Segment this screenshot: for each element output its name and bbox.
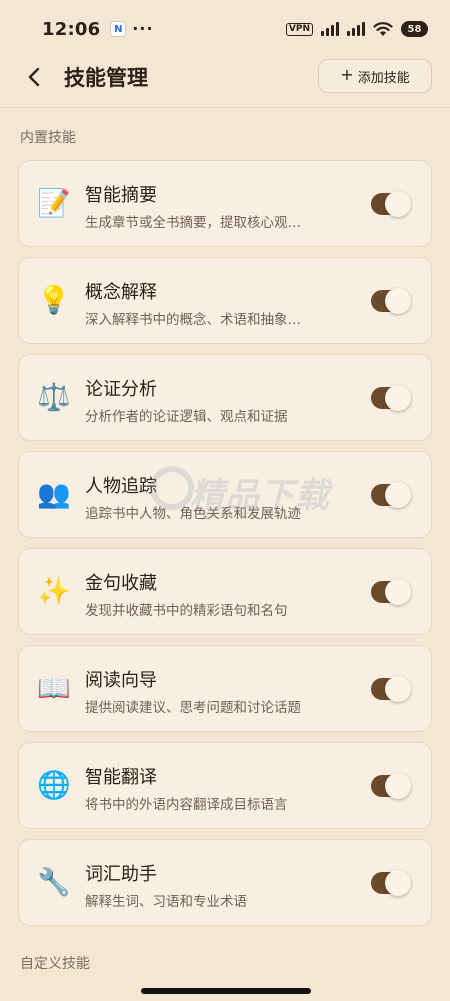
toggle-knob: [385, 385, 411, 411]
toggle-knob: [385, 482, 411, 508]
skill-description: 深入解释书中的概念、术语和抽象…: [85, 312, 301, 328]
skill-name: 智能翻译: [85, 767, 157, 788]
toggle-knob: [385, 579, 411, 605]
lightbulb-icon: 💡: [37, 285, 71, 316]
home-indicator[interactable]: [141, 988, 311, 994]
skill-card[interactable]: 📖 阅读向导 提供阅读建议、思考问题和讨论话题: [18, 645, 432, 732]
skill-description: 生成章节或全书摘要，提取核心观…: [85, 215, 301, 231]
skill-card[interactable]: ⚖️ 论证分析 分析作者的论证逻辑、观点和证据: [18, 354, 432, 441]
skill-name: 智能摘要: [85, 185, 157, 206]
toggle-knob: [385, 870, 411, 896]
toggle-knob: [385, 288, 411, 314]
skill-card[interactable]: 📝 智能摘要 生成章节或全书摘要，提取核心观…: [18, 160, 432, 247]
skill-toggle[interactable]: [371, 288, 411, 314]
skill-card[interactable]: 👥 人物追踪 追踪书中人物、角色关系和发展轨迹: [18, 451, 432, 538]
toggle-knob: [385, 773, 411, 799]
open-book-icon: 📖: [37, 673, 71, 704]
signal-2-icon: [347, 22, 365, 36]
skill-toggle[interactable]: [371, 773, 411, 799]
vpn-icon: VPN: [285, 22, 313, 36]
wifi-icon: [373, 22, 393, 36]
wrench-icon: 🔧: [37, 867, 71, 898]
more-notifications-icon: ···: [132, 19, 154, 38]
section-label-builtin: 内置技能: [20, 130, 76, 146]
skill-toggle[interactable]: [371, 579, 411, 605]
skill-description: 将书中的外语内容翻译成目标语言: [85, 797, 288, 813]
skill-card[interactable]: 💡 概念解释 深入解释书中的概念、术语和抽象…: [18, 257, 432, 344]
globe-icon: 🌐: [37, 770, 71, 801]
battery-icon: 58: [401, 21, 428, 37]
add-skill-button[interactable]: + 添加技能: [318, 59, 432, 93]
skill-name: 人物追踪: [85, 476, 157, 497]
skill-description: 发现并收藏书中的精彩语句和名句: [85, 603, 288, 619]
skill-description: 提供阅读建议、思考问题和讨论话题: [85, 700, 301, 716]
app-header: 技能管理 + 添加技能: [0, 48, 450, 108]
skill-description: 分析作者的论证逻辑、观点和证据: [85, 409, 288, 425]
skill-description: 追踪书中人物、角色关系和发展轨迹: [85, 506, 301, 522]
back-arrow-icon[interactable]: [24, 66, 46, 88]
memo-icon: 📝: [37, 188, 71, 219]
toggle-knob: [385, 191, 411, 217]
skill-description: 解释生词、习语和专业术语: [85, 894, 247, 910]
page-title: 技能管理: [64, 66, 148, 90]
status-indicators: VPN 58: [285, 21, 428, 37]
plus-icon: +: [340, 65, 354, 84]
skill-card[interactable]: 🔧 词汇助手 解释生词、习语和专业术语: [18, 839, 432, 926]
notification-icon: N: [110, 21, 127, 37]
skill-name: 阅读向导: [85, 670, 157, 691]
add-skill-label: 添加技能: [357, 70, 410, 86]
signal-icon: [321, 22, 339, 36]
toggle-knob: [385, 676, 411, 702]
section-label-custom: 自定义技能: [20, 956, 90, 972]
header-divider: [0, 107, 450, 108]
skill-toggle[interactable]: [371, 870, 411, 896]
scales-icon: ⚖️: [37, 382, 71, 413]
skill-toggle[interactable]: [371, 676, 411, 702]
skill-name: 概念解释: [85, 282, 157, 303]
people-icon: 👥: [37, 479, 71, 510]
status-time: 12:06: [42, 18, 101, 40]
skill-toggle[interactable]: [371, 191, 411, 217]
skill-toggle[interactable]: [371, 385, 411, 411]
skill-name: 金句收藏: [85, 573, 157, 594]
skill-name: 词汇助手: [85, 864, 157, 885]
skill-toggle[interactable]: [371, 482, 411, 508]
builtin-skill-list: 📝 智能摘要 生成章节或全书摘要，提取核心观… 💡 概念解释 深入解释书中的概念…: [18, 160, 432, 936]
skill-card[interactable]: ✨ 金句收藏 发现并收藏书中的精彩语句和名句: [18, 548, 432, 635]
skill-card[interactable]: 🌐 智能翻译 将书中的外语内容翻译成目标语言: [18, 742, 432, 829]
sparkles-icon: ✨: [37, 576, 71, 607]
skill-name: 论证分析: [85, 379, 157, 400]
